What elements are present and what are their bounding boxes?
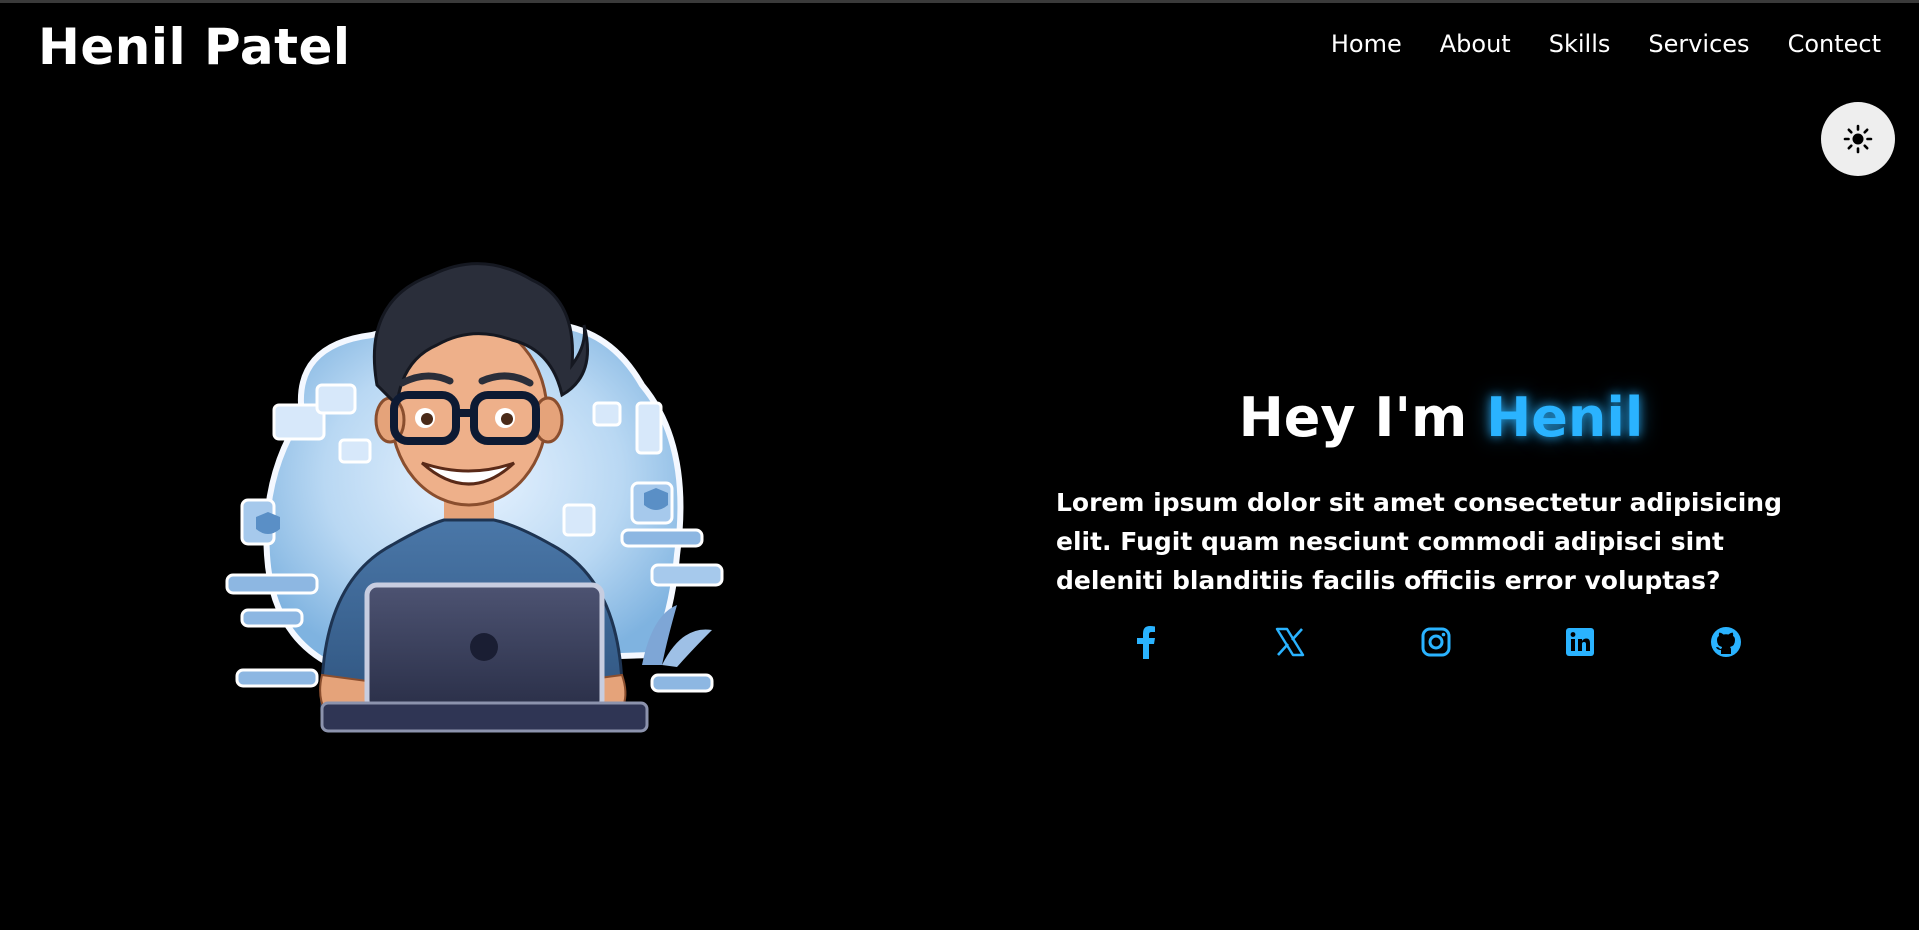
nav-home[interactable]: Home: [1331, 30, 1402, 58]
nav-about[interactable]: About: [1440, 30, 1511, 58]
main-nav: Home About Skills Services Contect: [1331, 30, 1881, 58]
facebook-link[interactable]: [1116, 618, 1176, 666]
top-border: [0, 0, 1919, 3]
nav-skills[interactable]: Skills: [1549, 30, 1611, 58]
brand-logo[interactable]: Henil Patel: [38, 18, 351, 76]
linkedin-link[interactable]: [1550, 618, 1610, 666]
theme-toggle-button[interactable]: [1821, 102, 1895, 176]
nav-services[interactable]: Services: [1648, 30, 1749, 58]
developer-avatar: [222, 255, 742, 735]
social-links: [1116, 618, 1816, 666]
x-twitter-icon: [1275, 627, 1305, 657]
hero-title: Hey I'm Henil: [1056, 386, 1826, 449]
facebook-icon: [1137, 626, 1155, 659]
x-twitter-link[interactable]: [1260, 618, 1320, 666]
github-icon: [1711, 627, 1741, 657]
instagram-icon: [1421, 627, 1451, 657]
github-link[interactable]: [1696, 618, 1756, 666]
sun-icon: [1843, 124, 1873, 154]
hero-title-name: Henil: [1486, 386, 1644, 450]
nav-contact[interactable]: Contect: [1788, 30, 1881, 58]
linkedin-icon: [1566, 628, 1594, 656]
hero-description: Lorem ipsum dolor sit amet consectetur a…: [1056, 488, 1782, 595]
hero-title-prefix: Hey I'm: [1238, 386, 1487, 450]
instagram-link[interactable]: [1406, 618, 1466, 666]
